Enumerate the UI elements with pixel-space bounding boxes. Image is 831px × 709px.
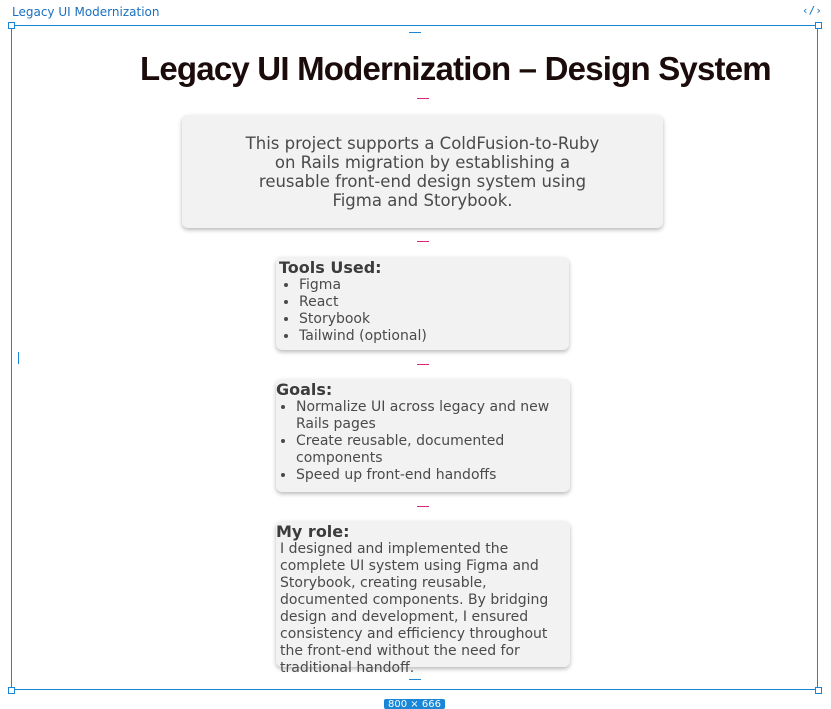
tools-list: Figma React Storybook Tailwind (optional… [279, 277, 569, 345]
tools-list-item: Storybook [299, 311, 569, 328]
goals-card: Goals: Normalize UI across legacy and ne… [276, 379, 570, 492]
size-badge: 800 × 666 [384, 699, 445, 709]
resize-handle-top-right[interactable] [815, 22, 822, 29]
intro-text: This project supports a ColdFusion-to-Ru… [245, 134, 600, 210]
intro-card: This project supports a ColdFusion-to-Ru… [182, 115, 663, 228]
goals-list: Normalize UI across legacy and new Rails… [276, 399, 562, 484]
tools-heading: Tools Used: [279, 258, 382, 277]
tools-list-item: Tailwind (optional) [299, 328, 569, 345]
padding-marker-bottom [409, 679, 421, 680]
padding-marker-top [409, 32, 421, 33]
goals-heading: Goals: [276, 380, 333, 399]
goals-list-item: Speed up front-end handoffs [296, 467, 562, 484]
gap-marker [417, 98, 429, 99]
resize-handle-top-left[interactable] [8, 22, 15, 29]
tools-card: Tools Used: Figma React Storybook Tailwi… [276, 257, 569, 350]
resize-handle-bottom-right[interactable] [815, 687, 822, 694]
role-text: I designed and implemented the complete … [280, 541, 549, 676]
page-title: Legacy UI Modernization – Design System [140, 50, 772, 87]
gap-marker [417, 364, 429, 365]
resize-handle-bottom-left[interactable] [8, 687, 15, 694]
tools-list-item: Figma [299, 277, 569, 294]
padding-marker-left [18, 352, 19, 364]
gap-marker [417, 506, 429, 507]
role-heading: My role: [276, 522, 350, 541]
frame-title[interactable]: Legacy UI Modernization [12, 5, 159, 19]
tools-list-item: React [299, 294, 569, 311]
goals-list-item: Normalize UI across legacy and new Rails… [296, 399, 562, 433]
gap-marker [417, 241, 429, 242]
code-icon[interactable]: ‹/› [802, 4, 822, 17]
goals-list-item: Create reusable, documented components [296, 433, 562, 467]
role-card: My role: I designed and implemented the … [276, 521, 570, 676]
